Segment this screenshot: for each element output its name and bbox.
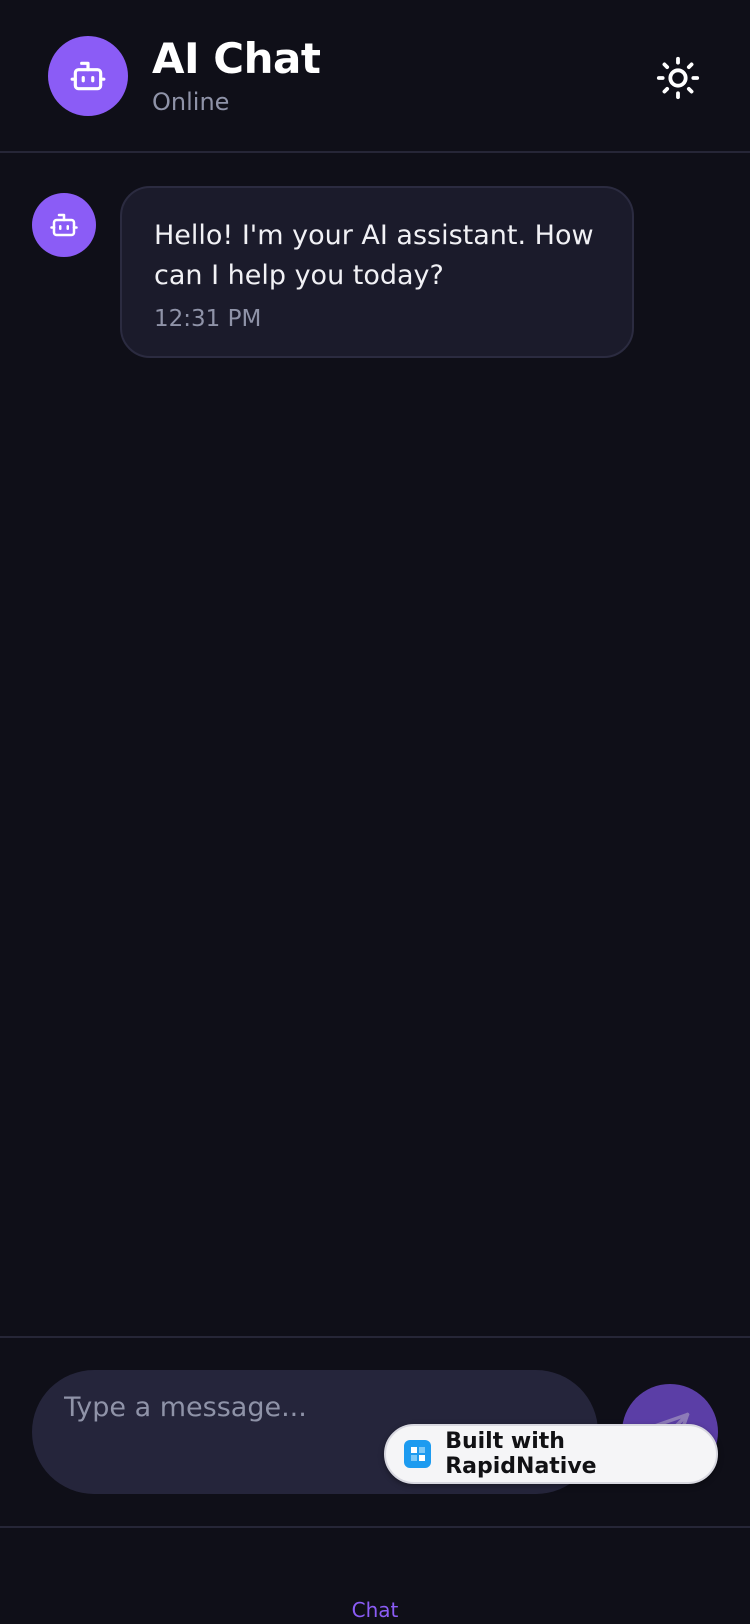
message-avatar: [32, 193, 96, 257]
tab-chat[interactable]: Chat: [0, 1598, 750, 1622]
chat-screen: AI Chat Online Hello! I'm your AI assist…: [0, 0, 750, 1624]
sun-icon: [656, 56, 700, 100]
robot-icon: [70, 61, 106, 91]
built-with-badge[interactable]: Built with RapidNative: [384, 1424, 718, 1484]
message-text: Hello! I'm your AI assistant. How can I …: [154, 220, 594, 291]
page-title: AI Chat: [152, 34, 321, 83]
message-list: Hello! I'm your AI assistant. How can I …: [0, 155, 750, 1335]
bot-avatar: [48, 36, 128, 116]
rapidnative-logo-icon: [404, 1440, 432, 1468]
chat-header: AI Chat Online: [0, 0, 750, 153]
theme-toggle-button[interactable]: [650, 50, 706, 106]
bottom-tab-bar: Chat: [0, 1530, 750, 1624]
online-status: Online: [152, 88, 230, 116]
assistant-message-bubble: Hello! I'm your AI assistant. How can I …: [120, 186, 634, 358]
message-timestamp: 12:31 PM: [154, 306, 262, 332]
badge-label: Built with RapidNative: [445, 1429, 597, 1479]
robot-icon: [50, 213, 78, 237]
